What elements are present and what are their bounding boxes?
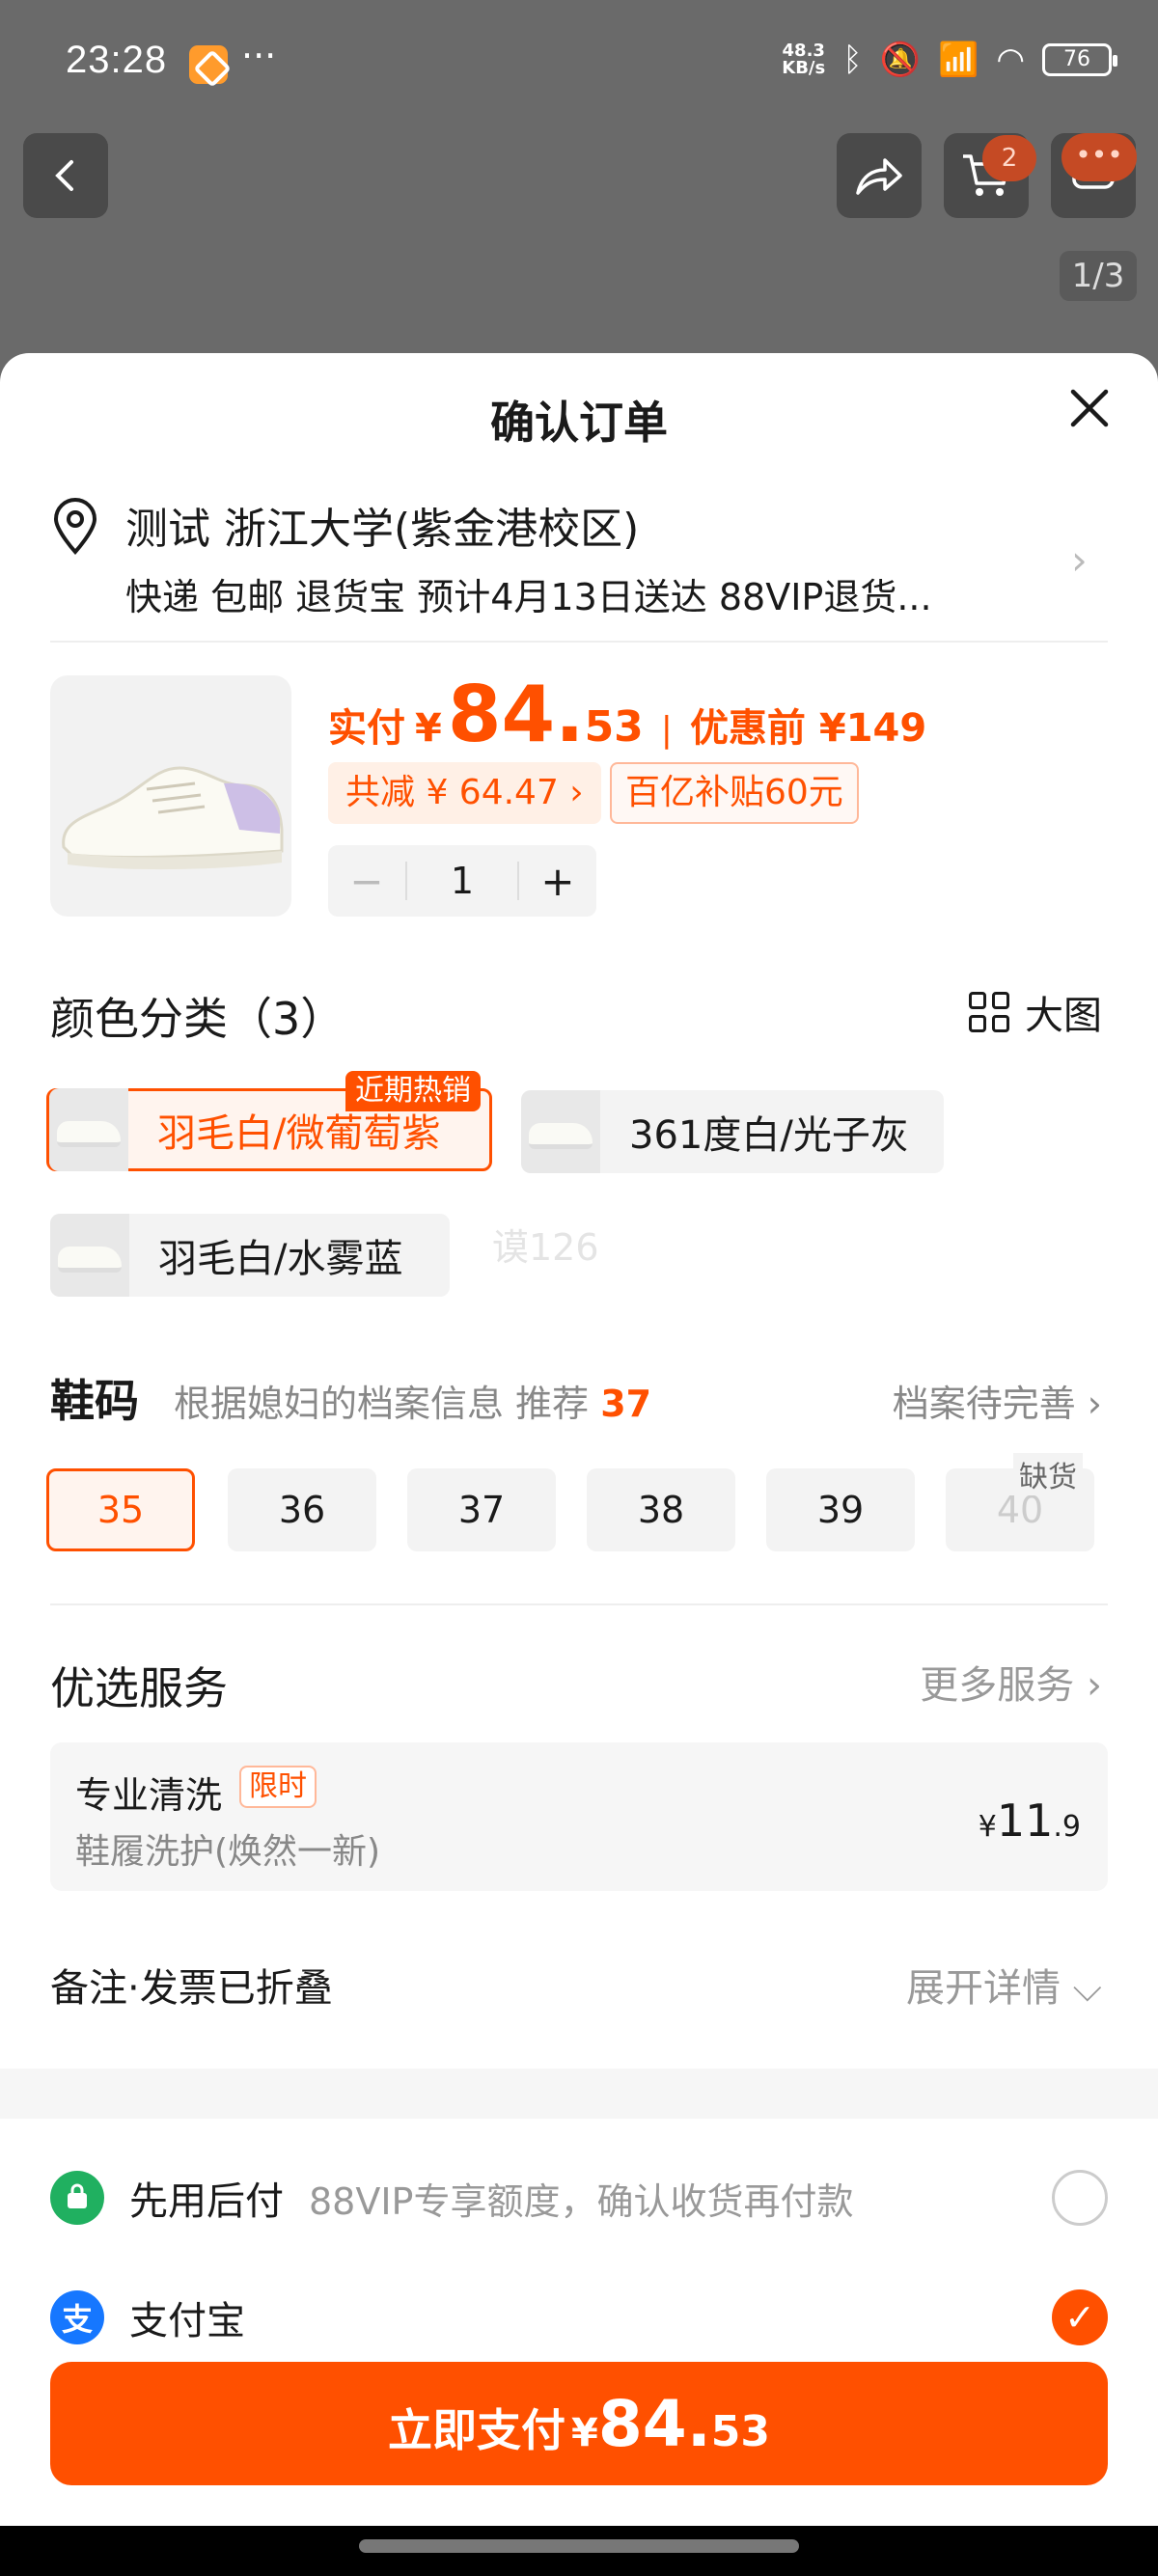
paid-amount-dec: 53 [584, 702, 644, 752]
color-thumbnail [50, 1214, 129, 1297]
color-section-title: 颜色分类（3） [50, 993, 345, 1045]
more-services-link[interactable]: 更多服务 › [920, 1654, 1102, 1710]
service-price-yen: ¥ [978, 1810, 997, 1844]
size-label: 鞋码 [50, 1375, 139, 1427]
payment-desc: 88VIP专享额度，确认收货再付款 [309, 2179, 854, 2223]
shoe-illustration [62, 766, 284, 870]
confirm-order-sheet: 确认订单 测试 浙江大学(紫金港校区) 快递 包邮 退货宝 预计4月13日送达 … [0, 353, 1158, 2576]
mute-icon: 🔕 [879, 41, 921, 79]
color-thumbnail [49, 1088, 128, 1171]
size-option-36[interactable]: 36 [228, 1468, 376, 1551]
section-separator [0, 2069, 1158, 2119]
app-notification-icon [189, 45, 228, 84]
address-name[interactable]: 测试 浙江大学(紫金港校区) [125, 494, 639, 556]
share-button[interactable] [837, 133, 922, 218]
size-recommendation: 根据媳妇的档案信息 推荐 37 [174, 1374, 651, 1427]
service-desc: 鞋履洗护(焕然一新) [75, 1832, 381, 1872]
quantity-value[interactable]: 1 [405, 862, 519, 900]
location-pin-icon [53, 498, 97, 555]
divider [50, 641, 1108, 643]
currency-symbol: ¥ [415, 706, 442, 751]
color-option-label: 羽毛白/水雾蓝 [158, 1237, 403, 1281]
grid-icon [969, 992, 1009, 1032]
message-badge: ••• [1062, 133, 1137, 181]
pay-later-icon [50, 2171, 104, 2225]
pay-button-currency: ¥ [571, 2411, 598, 2455]
pay-now-button[interactable]: 立即支付 ¥ 84. 53 [50, 2362, 1108, 2485]
paid-amount-int: 84. [447, 670, 585, 759]
notes-label: 备注·发票已折叠 [50, 1966, 333, 2011]
pay-amount-int: 84. [597, 2387, 711, 2461]
wifi-icon: ◠ [996, 41, 1025, 79]
service-card[interactable]: 专业清洗 限时 鞋履洗护(焕然一新) ¥11.9 [50, 1742, 1108, 1891]
image-counter: 1/3 [1060, 251, 1137, 301]
status-bar: 23:28 ··· 48.3 KB/s ᛒ 🔕 📶 ◠ 76 [0, 0, 1158, 130]
divider [50, 1603, 1108, 1605]
sheet-title: 确认订单 [490, 397, 668, 449]
size-option-39[interactable]: 39 [766, 1468, 915, 1551]
status-icons: 48.3 KB/s ᛒ 🔕 📶 ◠ 76 [782, 41, 1117, 79]
more-notifications-icon: ··· [241, 35, 277, 77]
status-time: 23:28 [66, 39, 168, 81]
net-speed-unit: KB/s [782, 58, 826, 78]
color-option[interactable]: 羽毛白/水雾蓝 [50, 1214, 450, 1297]
subsidy-chip: 百亿补贴60元 [610, 762, 859, 824]
expand-details-link[interactable]: 展开详情 ⌵ [906, 1957, 1102, 2013]
profile-link[interactable]: 档案待完善 › [893, 1374, 1102, 1427]
home-indicator[interactable] [359, 2539, 799, 2553]
payment-method-alipay[interactable]: 支 支付宝 ✓ [50, 2279, 1108, 2356]
service-price: ¥11.9 [979, 1795, 1081, 1847]
delivery-info[interactable]: 快递 包邮 退货宝 预计4月13日送达 88VIP退货... [125, 567, 932, 620]
share-icon [856, 158, 902, 195]
discount-chip[interactable]: 共减 ¥ 64.47 › [328, 762, 601, 824]
services-title: 优选服务 [50, 1662, 228, 1714]
watermark: 谟126 [492, 1226, 599, 1269]
pay-button-label: 立即支付 [388, 2404, 565, 2456]
radio-unchecked[interactable] [1052, 2170, 1108, 2226]
price-line: 实付 ¥ 84. 53 | 优惠前 ¥149 [328, 670, 926, 759]
pay-amount-dec: 53 [710, 2407, 770, 2456]
color-option-label: 361度白/光子灰 [629, 1113, 909, 1158]
decrease-button[interactable]: − [328, 858, 405, 905]
close-icon [1070, 389, 1109, 427]
price-separator: | [660, 710, 673, 750]
back-button[interactable] [23, 133, 108, 218]
out-of-stock-tag: 缺货 [1013, 1453, 1083, 1495]
service-price-dec: .9 [1053, 1810, 1081, 1844]
service-price-int: 11 [996, 1795, 1054, 1847]
recommended-size: 37 [600, 1383, 652, 1425]
payment-method-pay-later[interactable]: 先用后付 88VIP专享额度，确认收货再付款 [50, 2159, 1108, 2236]
alipay-icon: 支 [50, 2290, 104, 2344]
big-picture-label: 大图 [1025, 994, 1102, 1038]
big-picture-toggle[interactable]: 大图 [969, 984, 1102, 1040]
quantity-stepper: − 1 + [328, 845, 596, 917]
size-option-35[interactable]: 35 [46, 1468, 195, 1551]
paid-label: 实付 [328, 706, 405, 751]
product-image[interactable] [50, 675, 291, 917]
cart-count-badge: 2 [982, 135, 1036, 181]
close-button[interactable] [1067, 380, 1112, 440]
bluetooth-icon: ᛒ [842, 41, 863, 79]
chevron-right-icon[interactable]: › [1071, 536, 1088, 584]
signal-icon: 📶 [937, 41, 979, 79]
size-hint-text: 根据媳妇的档案信息 推荐 [174, 1383, 590, 1425]
net-speed: 48.3 KB/s [782, 42, 825, 77]
service-name: 专业清洗 [75, 1774, 223, 1817]
battery-icon: 76 [1042, 43, 1117, 76]
payment-name: 先用后付 [129, 2179, 284, 2224]
limited-time-tag: 限时 [239, 1766, 317, 1808]
radio-check-icon[interactable]: ✓ [1052, 2289, 1108, 2345]
color-thumbnail [521, 1090, 600, 1173]
size-option-37[interactable]: 37 [407, 1468, 556, 1551]
hot-sale-tag: 近期热销 [345, 1071, 481, 1111]
increase-button[interactable]: + [519, 858, 596, 905]
original-price: 优惠前 ¥149 [689, 706, 927, 751]
bag-icon [68, 2183, 87, 2208]
color-option[interactable]: 361度白/光子灰 [521, 1090, 944, 1173]
payment-name: 支付宝 [129, 2299, 245, 2343]
size-option-38[interactable]: 38 [587, 1468, 735, 1551]
back-icon [55, 160, 73, 191]
